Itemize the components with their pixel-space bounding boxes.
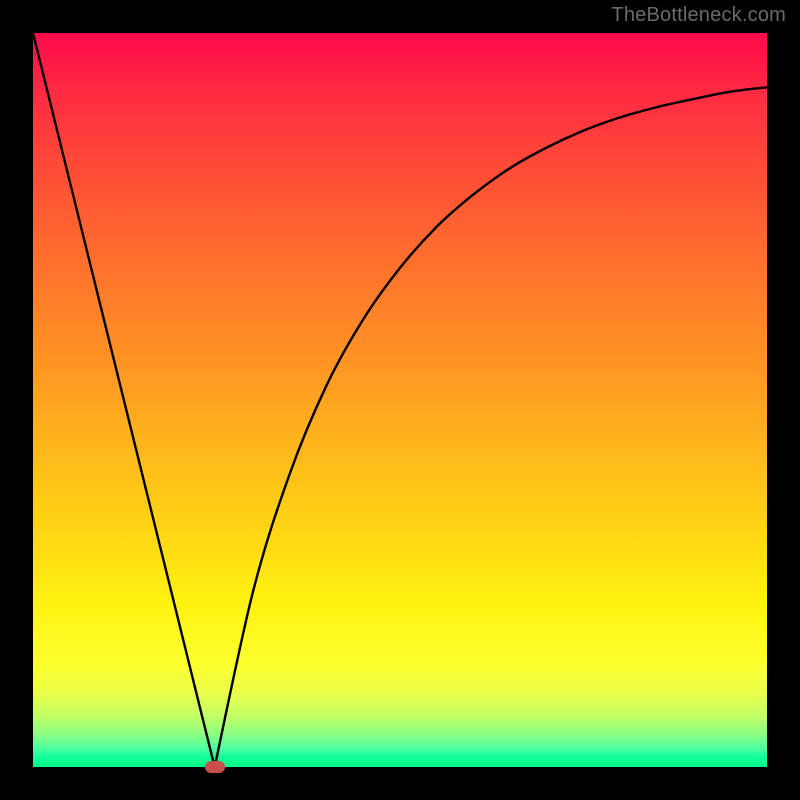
minimum-marker xyxy=(205,761,225,773)
curve-path xyxy=(33,33,767,767)
watermark-text: TheBottleneck.com xyxy=(611,4,786,27)
chart-container: TheBottleneck.com xyxy=(0,0,800,800)
plot-area xyxy=(33,33,767,767)
bottleneck-curve xyxy=(33,33,767,767)
